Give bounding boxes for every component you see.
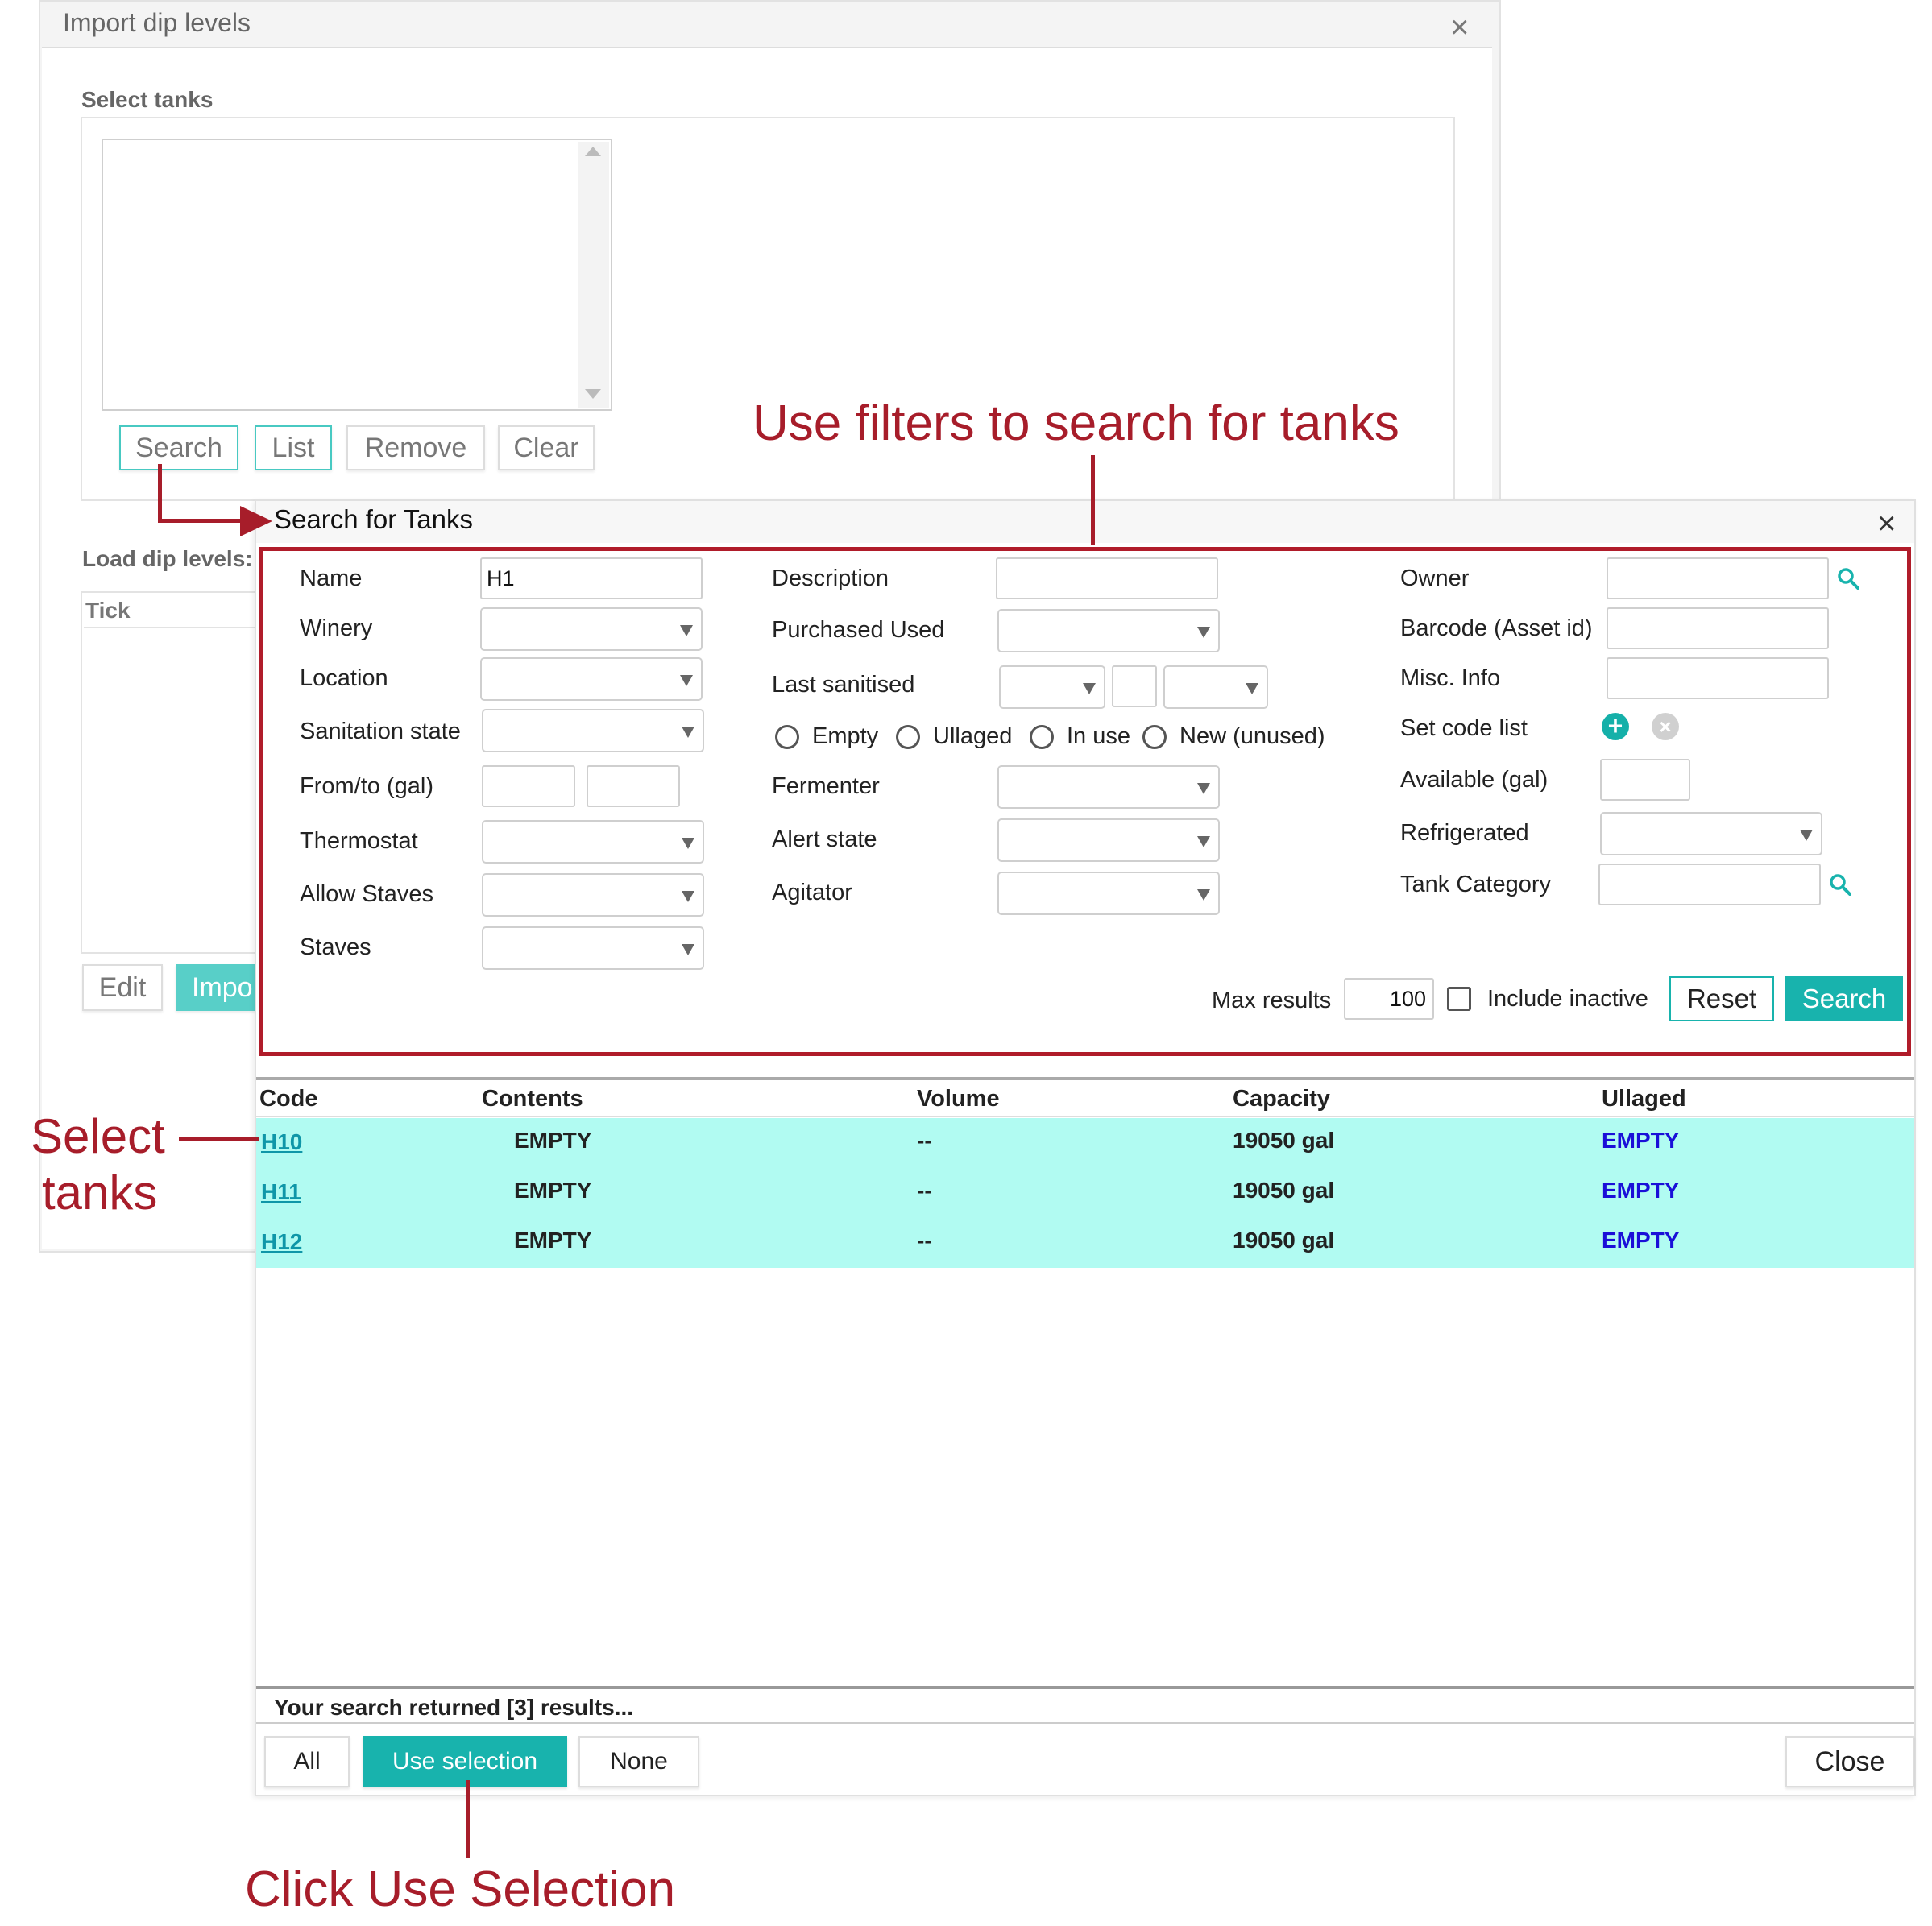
select-tanks-label: Select tanks xyxy=(81,87,214,112)
annotation-connector xyxy=(158,464,162,522)
table-cell-ullaged: EMPTY xyxy=(1602,1178,1680,1203)
tank-search-button[interactable]: Search xyxy=(119,425,238,470)
selected-tanks-listbox[interactable] xyxy=(102,139,612,411)
close-icon[interactable]: × xyxy=(1877,506,1896,542)
tank-clear-button[interactable]: Clear xyxy=(498,425,595,470)
scroll-down-icon[interactable] xyxy=(585,389,601,399)
results-separator xyxy=(256,1077,1914,1080)
import-button[interactable]: Impo xyxy=(176,964,264,1011)
filters-highlight-box xyxy=(259,547,1911,1056)
table-cell-contents: EMPTY xyxy=(514,1178,592,1203)
table-cell-ullaged: EMPTY xyxy=(1602,1128,1680,1153)
use-selection-button[interactable]: Use selection xyxy=(363,1736,567,1787)
annotation-connector xyxy=(466,1780,470,1858)
edit-button[interactable]: Edit xyxy=(82,964,163,1011)
select-none-button[interactable]: None xyxy=(578,1736,699,1787)
column-header-volume[interactable]: Volume xyxy=(917,1086,1000,1112)
load-dip-levels-label: Load dip levels: xyxy=(82,546,253,571)
dialog-header xyxy=(256,501,1914,543)
table-cell-capacity: 19050 gal xyxy=(1233,1128,1335,1153)
select-all-button[interactable]: All xyxy=(264,1736,350,1787)
table-row-code-link[interactable]: H10 xyxy=(261,1129,302,1155)
table-cell-contents: EMPTY xyxy=(514,1128,592,1153)
table-cell-volume: -- xyxy=(917,1178,932,1203)
table-cell-volume: -- xyxy=(917,1228,932,1253)
dialog-title: Search for Tanks xyxy=(274,504,474,534)
table-cell-volume: -- xyxy=(917,1128,932,1153)
annotation-select: Select xyxy=(31,1109,165,1163)
close-button[interactable]: Close xyxy=(1785,1736,1914,1787)
table-cell-ullaged: EMPTY xyxy=(1602,1228,1680,1253)
annotation-connector xyxy=(1091,455,1095,545)
column-header-code[interactable]: Code xyxy=(259,1086,318,1112)
annotation-tanks: tanks xyxy=(42,1166,158,1220)
listbox-scrollbar[interactable] xyxy=(578,142,609,408)
scroll-up-icon[interactable] xyxy=(585,147,601,156)
dip-levels-panel xyxy=(81,591,258,954)
table-cell-capacity: 19050 gal xyxy=(1233,1228,1335,1253)
footer-separator xyxy=(256,1686,1914,1689)
annotation-connector xyxy=(158,519,247,523)
table-cell-capacity: 19050 gal xyxy=(1233,1178,1335,1203)
arrow-right-icon xyxy=(240,506,272,536)
column-header-ullaged[interactable]: Ullaged xyxy=(1602,1086,1686,1112)
header-divider xyxy=(256,1116,1914,1117)
dialog-title: Import dip levels xyxy=(63,8,251,37)
close-icon[interactable]: × xyxy=(1450,10,1469,46)
table-row-code-link[interactable]: H12 xyxy=(261,1229,302,1255)
tick-column-header: Tick xyxy=(85,598,131,623)
annotation-connector xyxy=(179,1137,259,1141)
annotation-use-filters: Use filters to search for tanks xyxy=(752,396,1399,451)
column-header-contents[interactable]: Contents xyxy=(482,1086,583,1112)
tank-list-button[interactable]: List xyxy=(255,425,332,470)
column-header-capacity[interactable]: Capacity xyxy=(1233,1086,1330,1112)
footer-divider xyxy=(256,1722,1914,1724)
results-count-text: Your search returned [3] results... xyxy=(274,1695,634,1720)
tank-remove-button[interactable]: Remove xyxy=(346,425,485,470)
annotation-click-use-selection: Click Use Selection xyxy=(245,1862,676,1917)
table-cell-contents: EMPTY xyxy=(514,1228,592,1253)
table-row-code-link[interactable]: H11 xyxy=(261,1179,301,1205)
